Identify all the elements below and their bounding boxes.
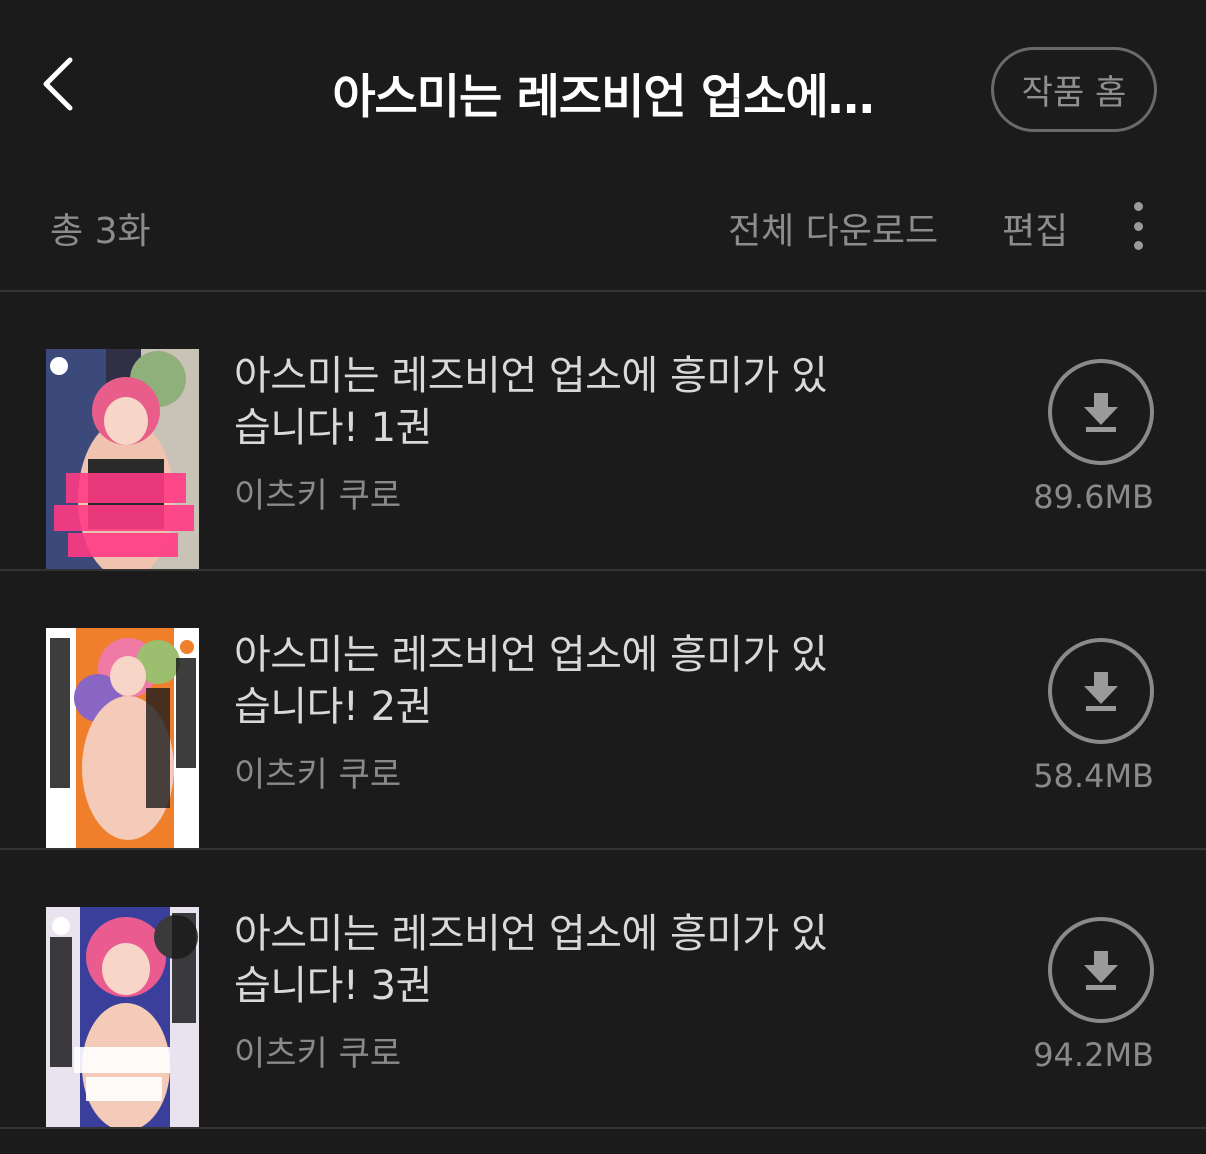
item-author: 이츠키 쿠로 <box>234 476 402 516</box>
cover-thumbnail <box>46 907 199 1127</box>
list-item[interactable]: 아스미는 레즈비언 업소에 흥미가 있습니다! 3권 이츠키 쿠로 94.2MB <box>0 850 1206 1129</box>
work-home-button[interactable]: 작품 홈 <box>991 47 1157 132</box>
download-icon <box>1084 951 1118 990</box>
volume-list: 아스미는 레즈비언 업소에 흥미가 있습니다! 1권 이츠키 쿠로 89.6MB <box>0 292 1206 1129</box>
item-author: 이츠키 쿠로 <box>234 1034 402 1074</box>
cover-thumbnail <box>46 628 199 848</box>
top-bar: 아스미는 레즈비언 업소에… 작품 홈 <box>0 0 1206 180</box>
list-item[interactable]: 아스미는 레즈비언 업소에 흥미가 있습니다! 2권 이츠키 쿠로 58.4MB <box>0 571 1206 850</box>
download-button[interactable] <box>1048 917 1154 1023</box>
edit-button[interactable]: 편집 <box>1002 202 1068 254</box>
file-size: 58.4MB <box>1033 757 1154 795</box>
file-size: 89.6MB <box>1033 478 1154 516</box>
list-toolbar: 총 3화 전체 다운로드 편집 <box>0 180 1206 292</box>
download-button[interactable] <box>1048 638 1154 744</box>
item-title: 아스미는 레즈비언 업소에 흥미가 있습니다! 3권 <box>234 911 828 1009</box>
item-title: 아스미는 레즈비언 업소에 흥미가 있습니다! 2권 <box>234 632 828 730</box>
list-item[interactable]: 아스미는 레즈비언 업소에 흥미가 있습니다! 1권 이츠키 쿠로 89.6MB <box>0 292 1206 571</box>
download-icon <box>1084 393 1118 432</box>
chevron-left-icon <box>43 57 73 111</box>
more-vertical-icon[interactable] <box>1120 202 1156 250</box>
download-button[interactable] <box>1048 359 1154 465</box>
file-size: 94.2MB <box>1033 1036 1154 1074</box>
download-all-button[interactable]: 전체 다운로드 <box>728 202 938 254</box>
page-title: 아스미는 레즈비언 업소에… <box>332 70 874 125</box>
download-icon <box>1084 672 1118 711</box>
back-button[interactable] <box>28 52 88 116</box>
item-author: 이츠키 쿠로 <box>234 755 402 795</box>
item-title: 아스미는 레즈비언 업소에 흥미가 있습니다! 1권 <box>234 353 828 451</box>
cover-thumbnail <box>46 349 199 569</box>
episode-count: 총 3화 <box>50 211 151 252</box>
episode-list-screen: 아스미는 레즈비언 업소에… 작품 홈 총 3화 전체 다운로드 편집 아스미는… <box>0 0 1206 1154</box>
